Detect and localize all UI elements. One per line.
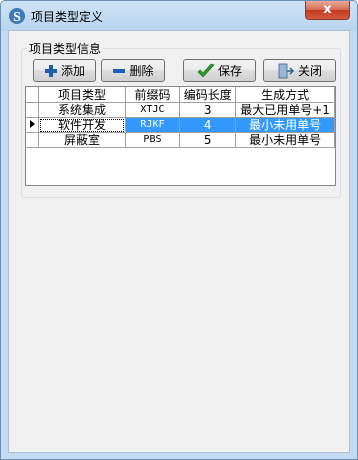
checkmark-icon <box>197 63 215 77</box>
cell-length[interactable]: 3 <box>179 102 237 118</box>
exit-door-icon <box>278 63 295 78</box>
project-type-table: 项目类型 前缀码 编码长度 生成方式 系统集成 XTJC 3 最大已用单号+1 <box>26 87 335 148</box>
cell-method[interactable]: 最小未用单号 <box>235 117 335 133</box>
app-s-icon: S <box>9 8 25 25</box>
column-header-prefix[interactable]: 前缀码 <box>125 87 181 103</box>
window-close-button[interactable]: x <box>305 1 350 20</box>
row-indicator[interactable] <box>26 102 40 118</box>
dialog-window: S 项目类型定义 x 项目类型信息 添加 删除 保存 关闭 项目类型 前缀码 编… <box>0 0 358 460</box>
delete-button-label: 删除 <box>129 64 154 78</box>
cell-length[interactable]: 4 <box>179 117 237 133</box>
table-header-row: 项目类型 前缀码 编码长度 生成方式 <box>26 87 335 103</box>
cell-prefix[interactable]: XTJC <box>125 102 181 118</box>
svg-text:S: S <box>13 10 21 25</box>
cell-length[interactable]: 5 <box>179 132 237 148</box>
delete-button[interactable]: 删除 <box>101 59 165 82</box>
save-button[interactable]: 保存 <box>183 59 256 82</box>
column-header-length[interactable]: 编码长度 <box>179 87 237 103</box>
plus-icon <box>44 64 57 77</box>
window-title: 项目类型定义 <box>31 10 104 24</box>
cell-type[interactable]: 屏蔽室 <box>38 132 126 148</box>
cell-prefix[interactable]: PBS <box>125 132 181 148</box>
dialog-body: 项目类型信息 添加 删除 保存 关闭 项目类型 前缀码 编码长度 生成方式 系统… <box>8 30 350 453</box>
cell-type[interactable]: 系统集成 <box>38 102 126 118</box>
cell-type[interactable]: 软件开发 <box>38 117 126 133</box>
add-button[interactable]: 添加 <box>33 59 96 82</box>
title-bar[interactable]: S 项目类型定义 x <box>1 1 357 31</box>
project-type-grid[interactable]: 项目类型 前缀码 编码长度 生成方式 系统集成 XTJC 3 最大已用单号+1 <box>25 86 336 186</box>
cell-method[interactable]: 最大已用单号+1 <box>235 102 335 118</box>
close-button[interactable]: 关闭 <box>263 59 336 82</box>
save-button-label: 保存 <box>217 64 242 78</box>
group-label: 项目类型信息 <box>27 40 104 57</box>
minus-icon <box>113 68 126 73</box>
table-row-selected[interactable]: 软件开发 RJKF 4 最小未用单号 <box>26 117 335 133</box>
row-header-corner <box>26 87 40 103</box>
table-row[interactable]: 屏蔽室 PBS 5 最小未用单号 <box>26 132 335 148</box>
add-button-label: 添加 <box>60 64 85 78</box>
row-indicator[interactable] <box>26 132 40 148</box>
cell-method[interactable]: 最小未用单号 <box>235 132 335 148</box>
column-header-type[interactable]: 项目类型 <box>38 87 126 103</box>
current-row-arrow-icon <box>30 120 36 128</box>
table-row[interactable]: 系统集成 XTJC 3 最大已用单号+1 <box>26 102 335 118</box>
column-header-method[interactable]: 生成方式 <box>235 87 335 103</box>
close-button-label: 关闭 <box>297 64 322 78</box>
cell-prefix[interactable]: RJKF <box>125 117 181 133</box>
row-indicator[interactable] <box>26 117 40 133</box>
